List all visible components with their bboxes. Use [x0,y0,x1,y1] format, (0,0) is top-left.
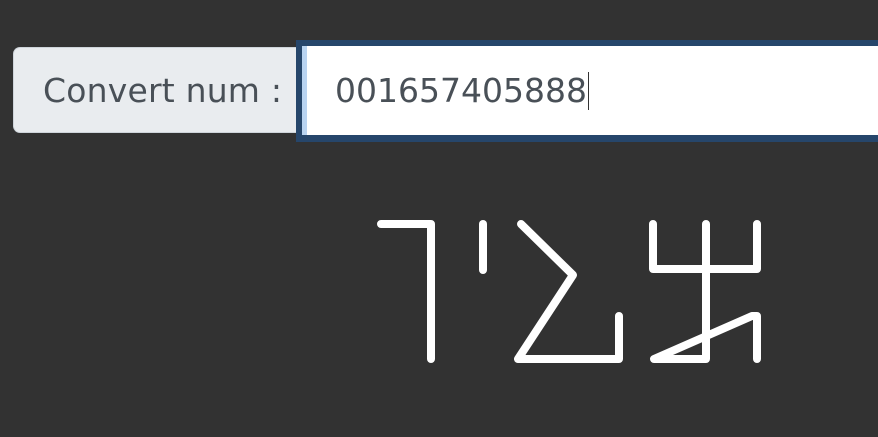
glyph-3 [514,220,623,363]
glyph-1 [377,220,435,363]
glyph-4 [649,220,761,363]
converted-glyph-output [377,220,761,363]
converter-page: Convert num : 001657405888 [0,0,878,437]
